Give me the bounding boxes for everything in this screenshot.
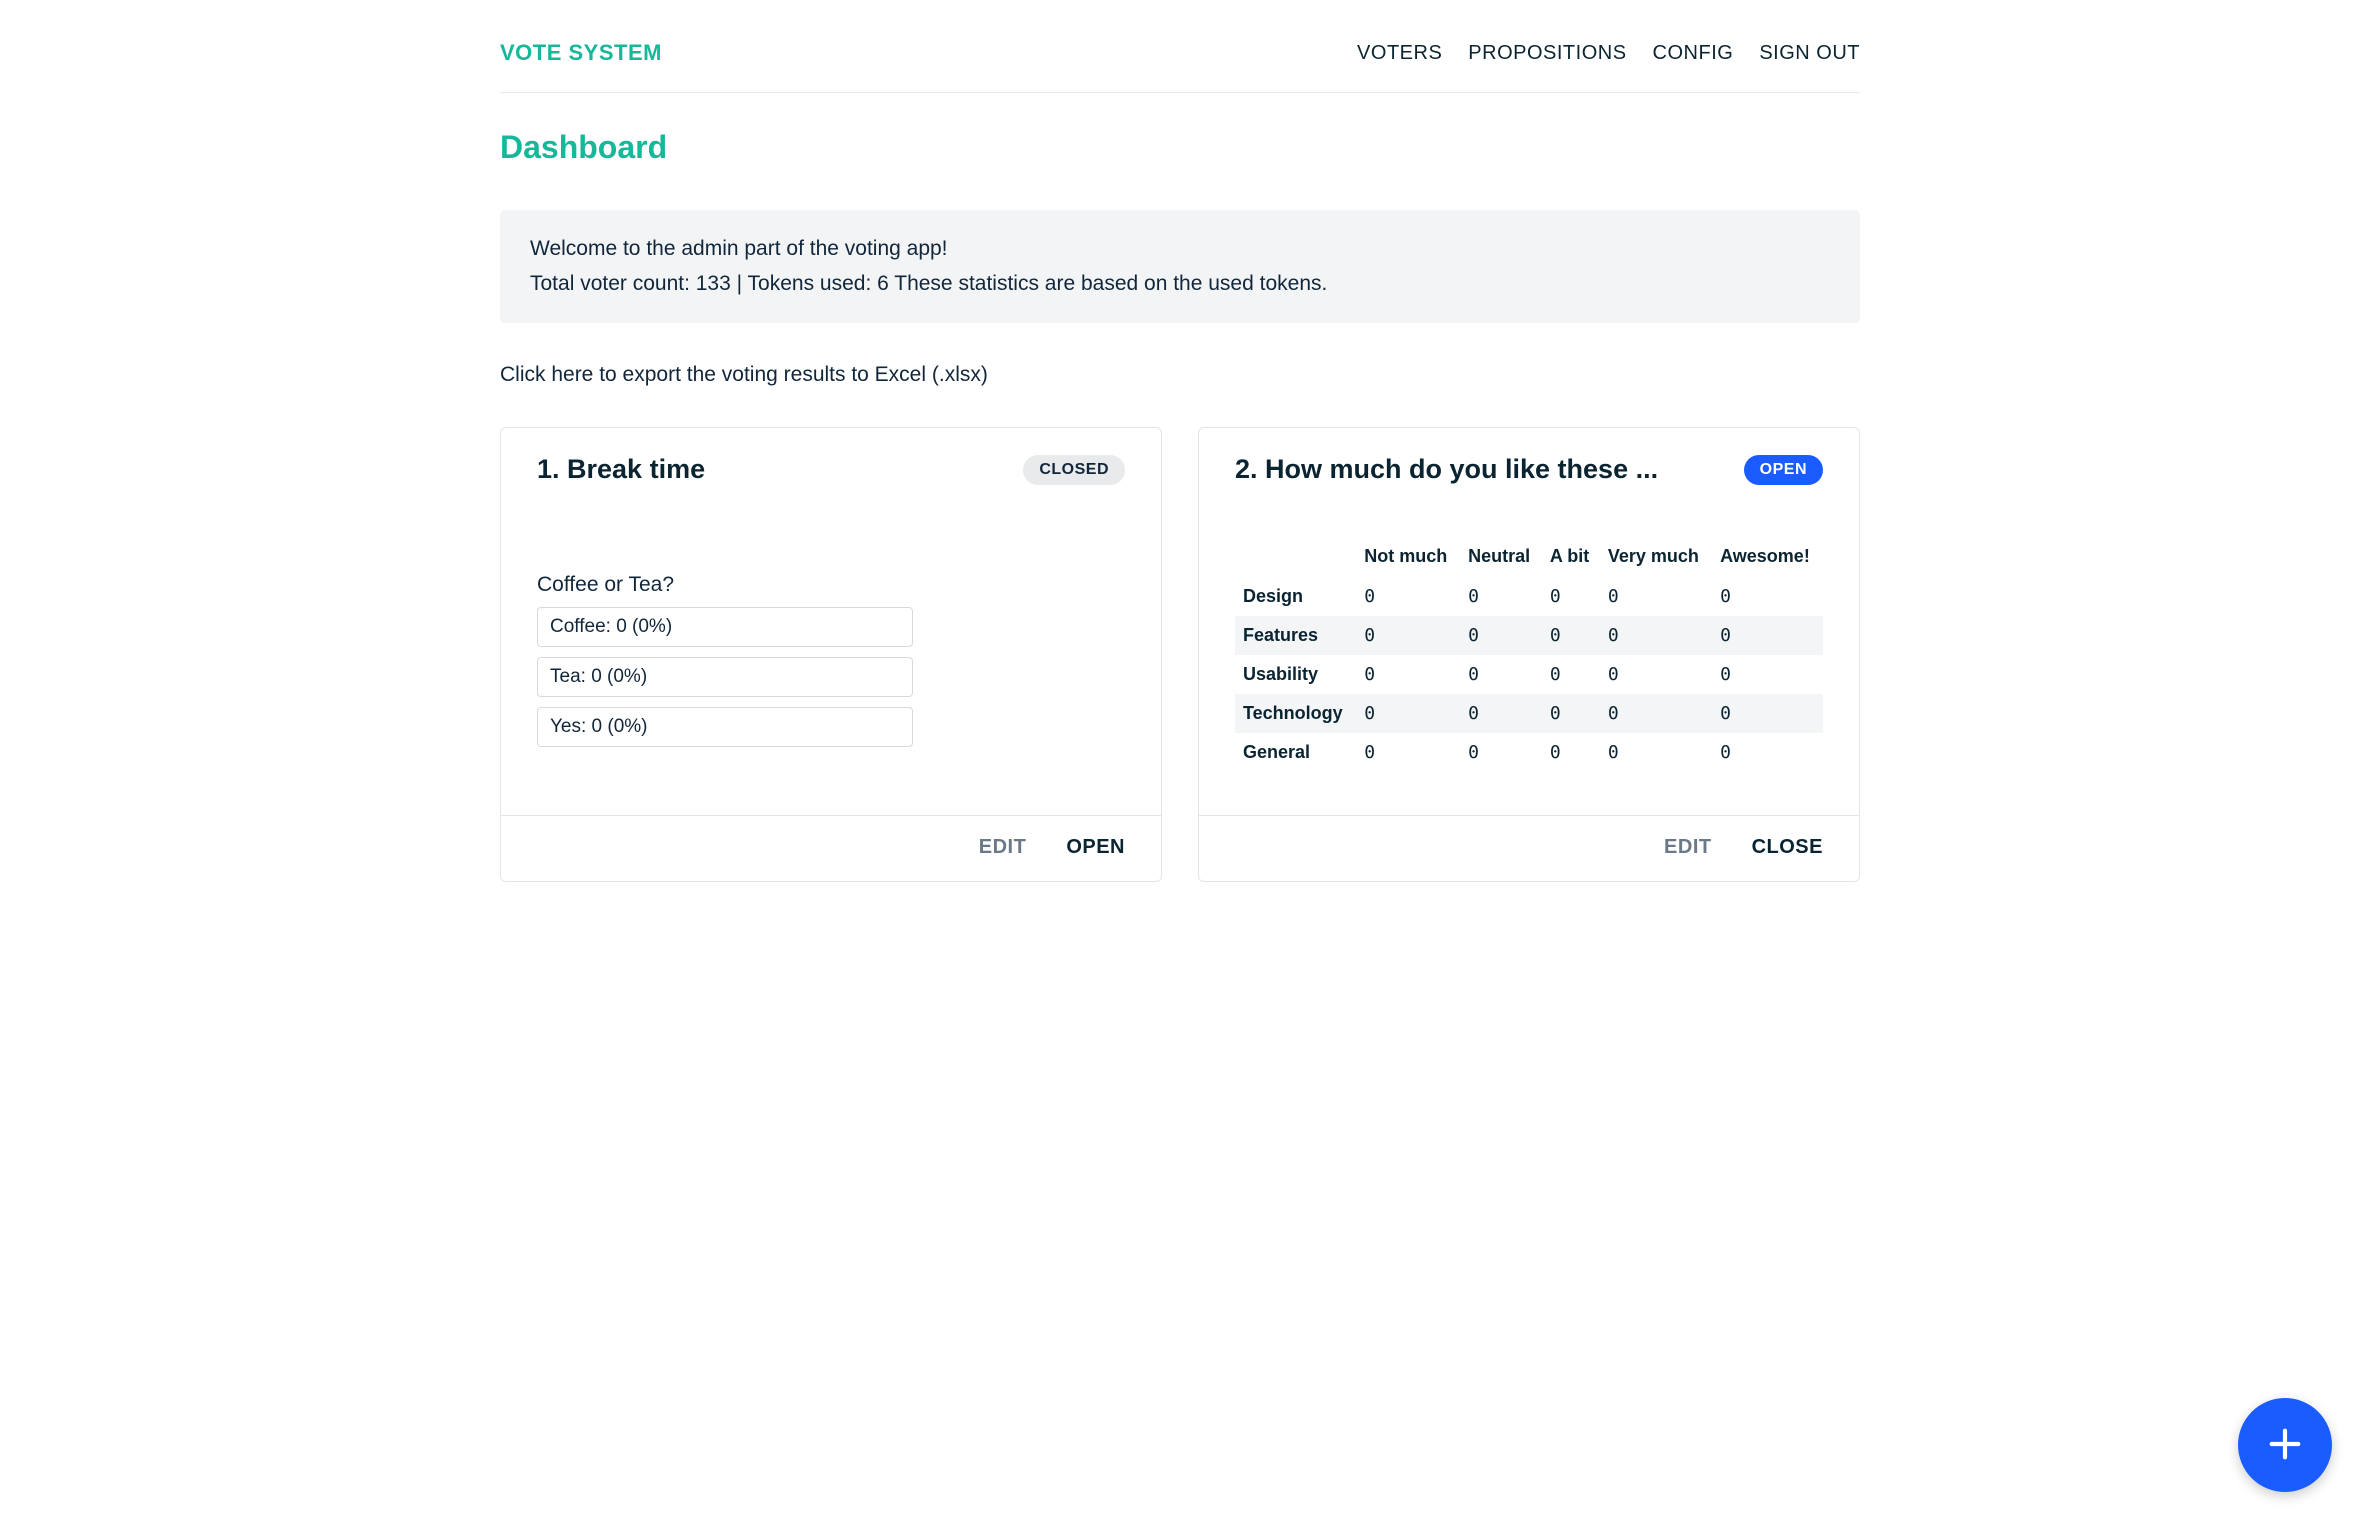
card-title: 2. How much do you like these ... xyxy=(1235,454,1744,485)
table-row: Features 0 0 0 0 0 xyxy=(1235,616,1823,655)
nav-config[interactable]: CONFIG xyxy=(1653,42,1734,65)
col-header: Very much xyxy=(1600,537,1712,577)
table-row: Usability 0 0 0 0 0 xyxy=(1235,655,1823,694)
status-badge: OPEN xyxy=(1744,455,1823,485)
col-header: Not much xyxy=(1356,537,1460,577)
nav-voters[interactable]: VOTERS xyxy=(1357,42,1442,65)
card-body: Not much Neutral A bit Very much Awesome… xyxy=(1199,493,1859,815)
nav-sign-out[interactable]: SIGN OUT xyxy=(1759,42,1860,65)
page-title: Dashboard xyxy=(500,129,1860,166)
open-button[interactable]: OPEN xyxy=(1066,836,1125,859)
plus-icon xyxy=(2265,1424,2305,1467)
cell: 0 xyxy=(1542,655,1600,694)
cards-grid: 1. Break time CLOSED Coffee or Tea? Coff… xyxy=(500,427,1860,882)
cell: 0 xyxy=(1542,577,1600,616)
add-proposition-fab[interactable] xyxy=(2238,1398,2332,1492)
cell: 0 xyxy=(1460,577,1542,616)
brand-title[interactable]: VOTE SYSTEM xyxy=(500,40,662,66)
table-row: Design 0 0 0 0 0 xyxy=(1235,577,1823,616)
cell: 0 xyxy=(1460,733,1542,772)
cell: 0 xyxy=(1712,694,1823,733)
row-label: General xyxy=(1235,733,1356,772)
cell: 0 xyxy=(1460,694,1542,733)
card-head: 2. How much do you like these ... OPEN xyxy=(1199,428,1859,493)
row-label: Design xyxy=(1235,577,1356,616)
cell: 0 xyxy=(1356,577,1460,616)
table-row: General 0 0 0 0 0 xyxy=(1235,733,1823,772)
cell: 0 xyxy=(1712,733,1823,772)
cell: 0 xyxy=(1712,577,1823,616)
cell: 0 xyxy=(1600,655,1712,694)
info-banner: Welcome to the admin part of the voting … xyxy=(500,210,1860,323)
card-head: 1. Break time CLOSED xyxy=(501,428,1161,493)
cell: 0 xyxy=(1600,694,1712,733)
card-foot: EDIT OPEN xyxy=(501,815,1161,881)
card-title: 1. Break time xyxy=(537,454,1023,485)
cell: 0 xyxy=(1460,655,1542,694)
cell: 0 xyxy=(1356,616,1460,655)
banner-line-2: Total voter count: 133 | Tokens used: 6 … xyxy=(530,267,1830,302)
card-foot: EDIT CLOSE xyxy=(1199,815,1859,881)
status-badge: CLOSED xyxy=(1023,455,1125,485)
main-nav: VOTERS PROPOSITIONS CONFIG SIGN OUT xyxy=(1357,42,1860,65)
nav-propositions[interactable]: PROPOSITIONS xyxy=(1468,42,1626,65)
table-corner xyxy=(1235,537,1356,577)
edit-button[interactable]: EDIT xyxy=(1664,836,1712,859)
cell: 0 xyxy=(1600,733,1712,772)
row-label: Features xyxy=(1235,616,1356,655)
cell: 0 xyxy=(1600,616,1712,655)
close-button[interactable]: CLOSE xyxy=(1752,836,1823,859)
row-label: Usability xyxy=(1235,655,1356,694)
cell: 0 xyxy=(1712,616,1823,655)
header: VOTE SYSTEM VOTERS PROPOSITIONS CONFIG S… xyxy=(500,0,1860,93)
cell: 0 xyxy=(1542,694,1600,733)
cell: 0 xyxy=(1542,733,1600,772)
option-row: Tea: 0 (0%) xyxy=(537,657,913,697)
cell: 0 xyxy=(1460,616,1542,655)
proposition-card: 1. Break time CLOSED Coffee or Tea? Coff… xyxy=(500,427,1162,882)
cell: 0 xyxy=(1356,694,1460,733)
cell: 0 xyxy=(1600,577,1712,616)
cell: 0 xyxy=(1356,655,1460,694)
cell: 0 xyxy=(1356,733,1460,772)
export-link[interactable]: Click here to export the voting results … xyxy=(500,363,988,387)
option-row: Yes: 0 (0%) xyxy=(537,707,913,747)
col-header: A bit xyxy=(1542,537,1600,577)
edit-button[interactable]: EDIT xyxy=(979,836,1027,859)
col-header: Neutral xyxy=(1460,537,1542,577)
card-body: Coffee or Tea? Coffee: 0 (0%) Tea: 0 (0%… xyxy=(501,493,1161,815)
row-label: Technology xyxy=(1235,694,1356,733)
col-header: Awesome! xyxy=(1712,537,1823,577)
table-row: Technology 0 0 0 0 0 xyxy=(1235,694,1823,733)
cell: 0 xyxy=(1542,616,1600,655)
banner-line-1: Welcome to the admin part of the voting … xyxy=(530,232,1830,267)
proposition-card: 2. How much do you like these ... OPEN N… xyxy=(1198,427,1860,882)
cell: 0 xyxy=(1712,655,1823,694)
results-table: Not much Neutral A bit Very much Awesome… xyxy=(1235,537,1823,772)
question-label: Coffee or Tea? xyxy=(537,573,1125,597)
option-row: Coffee: 0 (0%) xyxy=(537,607,913,647)
